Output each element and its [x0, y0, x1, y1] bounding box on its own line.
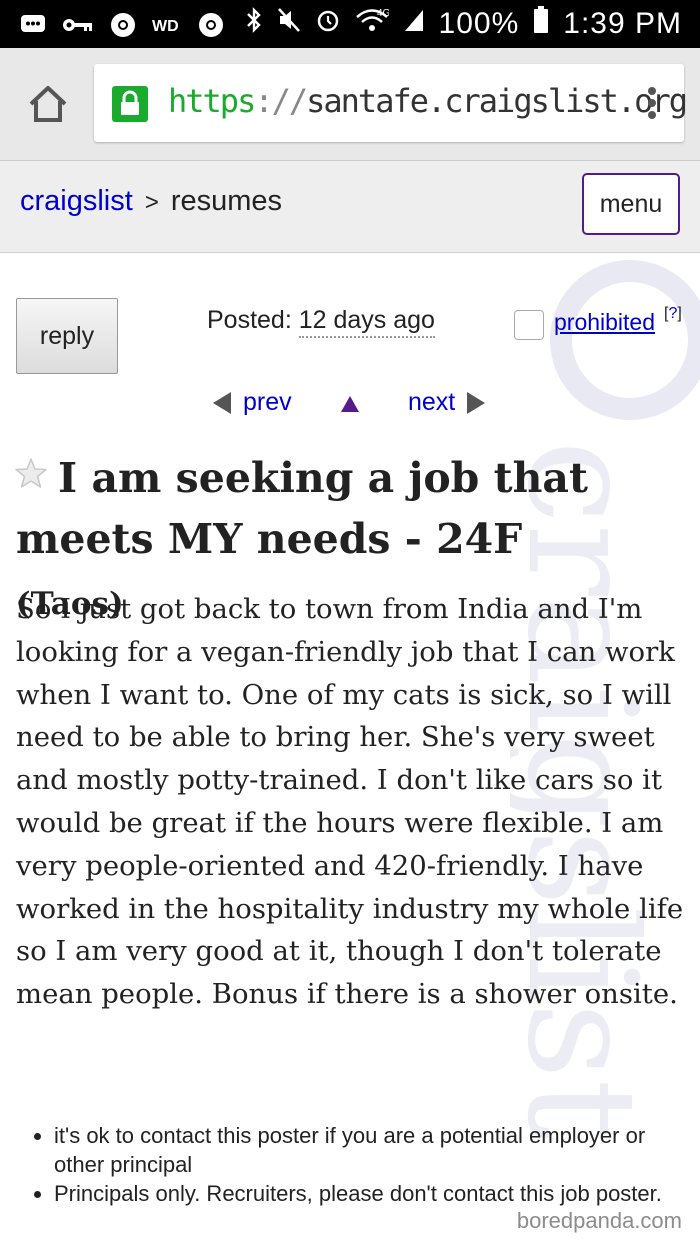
lock-icon	[112, 86, 148, 122]
posting-title-text: I am seeking a job that meets MY needs -…	[16, 454, 588, 563]
flag-checkbox[interactable]	[514, 310, 544, 340]
notice-item: it's ok to contact this poster if you ar…	[54, 1121, 694, 1179]
wifi-icon: 4G	[355, 7, 390, 41]
source-credit: boredpanda.com	[516, 1208, 682, 1233]
menu-button[interactable]: menu	[582, 173, 680, 235]
browser-toolbar: https://santafe.craigslist.org	[0, 48, 700, 161]
help-link[interactable]: ?	[668, 305, 677, 322]
home-icon	[29, 86, 67, 122]
prev-link[interactable]: prev	[213, 388, 292, 417]
site-header: craigslist > resumes menu	[0, 161, 700, 253]
bluetooth-icon	[245, 7, 263, 41]
url-separator: ://	[254, 82, 308, 120]
watermark-peace-icon	[550, 260, 700, 420]
up-arrow-icon[interactable]	[341, 396, 359, 412]
next-label: next	[408, 388, 456, 416]
battery-percent: 100%	[438, 7, 520, 40]
prev-label: prev	[243, 388, 292, 416]
home-link[interactable]: craigslist	[20, 185, 133, 217]
battery-icon	[533, 6, 549, 42]
prohibited-link[interactable]: prohibited	[554, 309, 655, 336]
url-host: santafe.craigslist.org	[306, 82, 688, 120]
next-arrow-icon	[467, 391, 486, 414]
posting-body: So I just got back to town from India an…	[16, 593, 684, 1011]
wd-icon: WD	[152, 16, 182, 34]
chrome-icon	[110, 12, 136, 38]
notice-item: Principals only. Recruiters, please don'…	[54, 1179, 694, 1208]
browser-menu-icon[interactable]	[646, 84, 658, 124]
breadcrumb-section: resumes	[170, 185, 283, 217]
messages-icon	[20, 14, 46, 36]
key-icon	[62, 17, 94, 33]
url-scheme: https	[168, 82, 256, 120]
system-icons: 4G 100% 1:39 PM	[245, 6, 682, 42]
reply-button[interactable]: reply	[16, 298, 118, 374]
flag-help: [?]	[664, 305, 682, 322]
notice-list: it's ok to contact this poster if you ar…	[22, 1121, 694, 1208]
clock: 1:39 PM	[563, 7, 682, 40]
svg-text:4G: 4G	[377, 8, 389, 19]
breadcrumb: craigslist > resumes	[20, 185, 282, 218]
notification-icons: WD	[20, 10, 224, 40]
prev-arrow-icon	[213, 391, 231, 414]
alarm-icon	[315, 7, 341, 41]
mute-icon	[277, 7, 301, 41]
home-button[interactable]	[26, 82, 70, 126]
posted-value: 12 days ago	[298, 306, 435, 338]
svg-text:WD: WD	[152, 18, 179, 34]
chrome-icon	[198, 12, 224, 38]
next-link[interactable]: next	[408, 388, 486, 417]
status-bar: WD 4G 100% 1:39 PM	[0, 0, 700, 48]
signal-icon	[403, 7, 425, 41]
posted-label: Posted:	[207, 306, 292, 334]
posted-date: Posted: 12 days ago	[207, 306, 435, 338]
breadcrumb-separator: >	[144, 189, 159, 216]
url-text: https://santafe.craigslist.org	[168, 82, 688, 120]
address-bar[interactable]: https://santafe.craigslist.org	[94, 64, 688, 142]
